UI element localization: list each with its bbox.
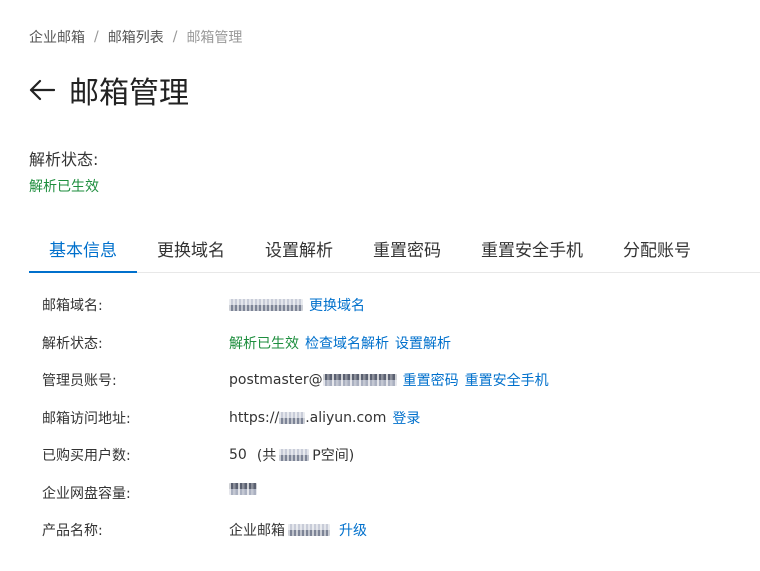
arrow-left-icon-svg bbox=[29, 79, 55, 101]
resolution-status-badge: 解析已生效 bbox=[229, 335, 299, 352]
resolution-status-block: 解析状态: 解析已生效 bbox=[29, 146, 99, 196]
user-count-detail-open: (共 bbox=[256, 448, 277, 464]
redacted-domain bbox=[229, 299, 303, 311]
info-value: postmaster@ 重置密码 重置安全手机 bbox=[229, 370, 549, 390]
breadcrumb-current: 邮箱管理 bbox=[186, 30, 243, 46]
info-value: 50 (共 P空间) bbox=[229, 445, 354, 465]
info-value: https:// .aliyun.com 登录 bbox=[229, 408, 420, 428]
tab-bar: 基本信息 更换域名 设置解析 重置密码 重置安全手机 分配账号 bbox=[29, 226, 760, 273]
redacted-product-edition bbox=[288, 524, 330, 536]
basic-info-list: 邮箱域名: 更换域名 解析状态: 解析已生效 检查域名解析 设置解析 管理员账号… bbox=[42, 295, 549, 558]
info-row-resolution: 解析状态: 解析已生效 检查域名解析 设置解析 bbox=[42, 333, 549, 371]
reset-password-link[interactable]: 重置密码 bbox=[403, 370, 459, 390]
reset-security-phone-link[interactable]: 重置安全手机 bbox=[465, 370, 549, 390]
tab-set-resolution[interactable]: 设置解析 bbox=[245, 226, 353, 272]
info-row-disk-capacity: 企业网盘容量: bbox=[42, 482, 549, 521]
info-label: 邮箱访问地址: bbox=[42, 410, 131, 427]
info-row-user-count: 已购买用户数: 50 (共 P空间) bbox=[42, 445, 549, 483]
title-row: 邮箱管理 bbox=[29, 70, 189, 111]
breadcrumb: 企业邮箱 / 邮箱列表 / 邮箱管理 bbox=[29, 27, 242, 47]
info-value: 更换域名 bbox=[229, 295, 365, 315]
page-title: 邮箱管理 bbox=[69, 76, 189, 111]
tab-basic-info[interactable]: 基本信息 bbox=[29, 226, 137, 273]
info-label: 企业网盘容量: bbox=[42, 485, 131, 502]
breadcrumb-separator: / bbox=[172, 29, 178, 45]
info-value: 解析已生效 检查域名解析 设置解析 bbox=[229, 333, 451, 353]
info-row-access-url: 邮箱访问地址: https:// .aliyun.com 登录 bbox=[42, 408, 549, 446]
resolution-status-value: 解析已生效 bbox=[29, 179, 99, 195]
upgrade-link[interactable]: 升级 bbox=[339, 520, 367, 540]
resolution-status-label: 解析状态: bbox=[29, 150, 99, 169]
info-value bbox=[229, 482, 257, 495]
mail-management-page: 企业邮箱 / 邮箱列表 / 邮箱管理 邮箱管理 解析状态: 解析已生效 基本信息… bbox=[0, 0, 760, 571]
tab-reset-security-phone[interactable]: 重置安全手机 bbox=[461, 226, 603, 272]
user-count-detail-close: P空间) bbox=[312, 448, 355, 464]
redacted-storage bbox=[279, 449, 310, 461]
redacted-disk-capacity bbox=[229, 482, 257, 495]
arrow-left-icon[interactable] bbox=[29, 76, 57, 104]
info-label: 产品名称: bbox=[42, 523, 103, 539]
check-domain-resolution-link[interactable]: 检查域名解析 bbox=[305, 333, 389, 353]
breadcrumb-enterprise-mail[interactable]: 企业邮箱 bbox=[29, 27, 85, 47]
set-resolution-link[interactable]: 设置解析 bbox=[395, 333, 451, 353]
access-url-prefix: https:// bbox=[229, 409, 280, 426]
info-row-product: 产品名称: 企业邮箱 升级 bbox=[42, 520, 549, 558]
info-label: 管理员账号: bbox=[42, 373, 117, 389]
redacted-admin-domain bbox=[322, 374, 397, 386]
info-row-admin: 管理员账号: postmaster@ 重置密码 重置安全手机 bbox=[42, 370, 549, 408]
breadcrumb-mailbox-list[interactable]: 邮箱列表 bbox=[108, 27, 164, 47]
access-url-suffix: .aliyun.com bbox=[305, 409, 387, 426]
info-row-domain: 邮箱域名: 更换域名 bbox=[42, 295, 549, 333]
admin-account-prefix: postmaster@ bbox=[229, 372, 323, 388]
breadcrumb-separator: / bbox=[94, 29, 99, 45]
tab-change-domain[interactable]: 更换域名 bbox=[137, 226, 245, 272]
tab-reset-password[interactable]: 重置密码 bbox=[353, 226, 461, 272]
info-label: 已购买用户数: bbox=[42, 448, 131, 464]
tab-assign-account[interactable]: 分配账号 bbox=[603, 226, 711, 272]
info-value: 企业邮箱 升级 bbox=[229, 520, 367, 540]
product-name-prefix: 企业邮箱 bbox=[229, 523, 285, 539]
change-domain-link[interactable]: 更换域名 bbox=[309, 295, 365, 315]
redacted-access-host bbox=[279, 411, 306, 424]
login-link[interactable]: 登录 bbox=[392, 408, 420, 428]
user-count-value: 50 bbox=[229, 447, 247, 463]
info-label: 邮箱域名: bbox=[42, 298, 103, 314]
info-label: 解析状态: bbox=[42, 335, 103, 352]
